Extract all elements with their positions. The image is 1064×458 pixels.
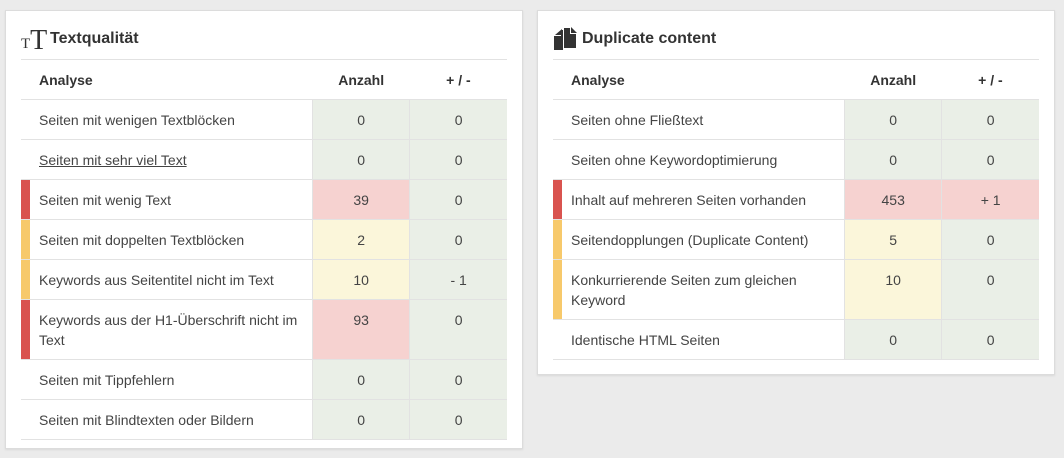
- delta-cell: 0: [409, 99, 507, 140]
- analysis-name-cell: Seiten ohne Fließtext: [553, 99, 845, 140]
- analysis-label: Seiten mit Blindtexten oder Bildern: [39, 412, 254, 428]
- count-cell: 2: [312, 219, 410, 260]
- delta-cell: 0: [409, 219, 507, 260]
- analysis-label: Seiten mit Tippfehlern: [39, 372, 175, 388]
- table-row[interactable]: Seiten ohne Keywordoptimierung 0 0: [553, 139, 1039, 180]
- analysis-label: Seiten mit wenig Text: [39, 192, 172, 208]
- analysis-label: Seiten mit wenigen Textblöcken: [39, 112, 235, 128]
- analysis-name-cell: Keywords aus der H1-Überschrift nicht im…: [21, 299, 313, 360]
- count-cell: 0: [312, 139, 410, 180]
- delta-cell: 0: [409, 359, 507, 400]
- column-header-analyse: Analyse: [553, 60, 845, 100]
- count-cell: 0: [312, 99, 410, 140]
- analysis-name-cell: Keywords aus Seitentitel nicht im Text: [21, 259, 313, 300]
- table-row[interactable]: Seiten mit doppelten Textblöcken 2 0: [21, 219, 507, 260]
- analysis-link[interactable]: Seiten mit sehr viel Text: [39, 152, 187, 168]
- yellow-status-marker: [553, 220, 562, 259]
- table-row[interactable]: Keywords aus der H1-Überschrift nicht im…: [21, 299, 507, 360]
- analysis-label: Seitendopplungen (Duplicate Content): [571, 232, 809, 248]
- count-cell: 453: [844, 179, 942, 220]
- count-cell: 10: [844, 259, 942, 320]
- analysis-label: Keywords aus Seitentitel nicht im Text: [39, 272, 274, 288]
- text-size-icon: TT: [21, 24, 48, 56]
- panel-header: Duplicate content: [553, 11, 1039, 60]
- analysis-label: Identische HTML Seiten: [571, 332, 720, 348]
- analysis-name-cell: Identische HTML Seiten: [553, 319, 845, 360]
- table-row[interactable]: Seiten mit Tippfehlern 0 0: [21, 359, 507, 400]
- delta-cell: 0: [941, 219, 1039, 260]
- count-cell: 0: [312, 399, 410, 440]
- red-status-marker: [21, 300, 30, 359]
- table-row[interactable]: Seiten mit Blindtexten oder Bildern 0 0: [21, 399, 507, 440]
- column-header-anzahl: Anzahl: [312, 60, 410, 100]
- table-row[interactable]: Identische HTML Seiten 0 0: [553, 319, 1039, 360]
- analysis-name-cell: Seiten mit Tippfehlern: [21, 359, 313, 400]
- analysis-name-cell: Seiten mit wenig Text: [21, 179, 313, 220]
- yellow-status-marker: [21, 220, 30, 259]
- analysis-label: Konkurrierende Seiten zum gleichen Keywo…: [571, 272, 797, 308]
- table-row[interactable]: Inhalt auf mehreren Seiten vorhanden 453 +…: [553, 179, 1039, 220]
- table-row[interactable]: Keywords aus Seitentitel nicht im Text 10…: [21, 259, 507, 300]
- delta-cell: + 1: [941, 179, 1039, 220]
- panel-header: TT Textqualität: [21, 11, 507, 60]
- delta-cell: 0: [941, 139, 1039, 180]
- analysis-label: Keywords aus der H1-Überschrift nicht im…: [39, 312, 298, 348]
- table-header-row: Analyse Anzahl + / -: [21, 60, 507, 100]
- analysis-label: Seiten ohne Fließtext: [571, 112, 704, 128]
- panel-title: Textqualität: [50, 30, 139, 47]
- analysis-label: Seiten ohne Keywordoptimierung: [571, 152, 778, 168]
- analysis-name-cell: Konkurrierende Seiten zum gleichen Keywo…: [553, 259, 845, 320]
- panel-title: Duplicate content: [582, 30, 717, 47]
- text-quality-panel: TT Textqualität Analyse Anzahl + / - Sei…: [5, 10, 523, 449]
- analysis-name-cell: Inhalt auf mehreren Seiten vorhanden: [553, 179, 845, 220]
- delta-cell: 0: [409, 139, 507, 180]
- count-cell: 10: [312, 259, 410, 300]
- analysis-name-cell: Seiten mit Blindtexten oder Bildern: [21, 399, 313, 440]
- delta-cell: 0: [941, 99, 1039, 140]
- analysis-label: Inhalt auf mehreren Seiten vorhanden: [571, 192, 807, 208]
- delta-cell: 0: [409, 179, 507, 220]
- table-row[interactable]: Seiten ohne Fließtext 0 0: [553, 99, 1039, 140]
- table-row[interactable]: Seiten mit sehr viel Text 0 0: [21, 139, 507, 180]
- table-row[interactable]: Seiten mit wenigen Textblöcken 0 0: [21, 99, 507, 140]
- delta-cell: 0: [941, 259, 1039, 320]
- delta-cell: 0: [409, 399, 507, 440]
- analysis-name-cell: Seiten ohne Keywordoptimierung: [553, 139, 845, 180]
- analysis-label: Seiten mit doppelten Textblöcken: [39, 232, 245, 248]
- table-row[interactable]: Seiten mit wenig Text 39 0: [21, 179, 507, 220]
- count-cell: 0: [844, 319, 942, 360]
- count-cell: 0: [312, 359, 410, 400]
- red-status-marker: [21, 180, 30, 219]
- yellow-status-marker: [553, 260, 562, 319]
- red-status-marker: [553, 180, 562, 219]
- column-header-analyse: Analyse: [21, 60, 313, 100]
- column-header-delta: + / -: [941, 60, 1039, 100]
- analysis-name-cell: Seiten mit sehr viel Text: [21, 139, 313, 180]
- yellow-status-marker: [21, 260, 30, 299]
- count-cell: 93: [312, 299, 410, 360]
- table-row[interactable]: Seitendopplungen (Duplicate Content) 5 0: [553, 219, 1039, 260]
- analysis-name-cell: Seiten mit wenigen Textblöcken: [21, 99, 313, 140]
- count-cell: 0: [844, 139, 942, 180]
- column-header-anzahl: Anzahl: [844, 60, 942, 100]
- analysis-name-cell: Seiten mit doppelten Textblöcken: [21, 219, 313, 260]
- delta-cell: 0: [409, 299, 507, 360]
- table-row[interactable]: Konkurrierende Seiten zum gleichen Keywo…: [553, 259, 1039, 320]
- count-cell: 0: [844, 99, 942, 140]
- analysis-table: Analyse Anzahl + / - Seiten ohne Fließte…: [553, 60, 1039, 360]
- copy-icon: [554, 27, 577, 50]
- analysis-table: Analyse Anzahl + / - Seiten mit wenigen …: [21, 60, 507, 440]
- count-cell: 39: [312, 179, 410, 220]
- table-header-row: Analyse Anzahl + / -: [553, 60, 1039, 100]
- delta-cell: - 1: [409, 259, 507, 300]
- analysis-name-cell: Seitendopplungen (Duplicate Content): [553, 219, 845, 260]
- duplicate-content-panel: Duplicate content Analyse Anzahl + / - S…: [537, 10, 1055, 375]
- delta-cell: 0: [941, 319, 1039, 360]
- column-header-delta: + / -: [409, 60, 507, 100]
- count-cell: 5: [844, 219, 942, 260]
